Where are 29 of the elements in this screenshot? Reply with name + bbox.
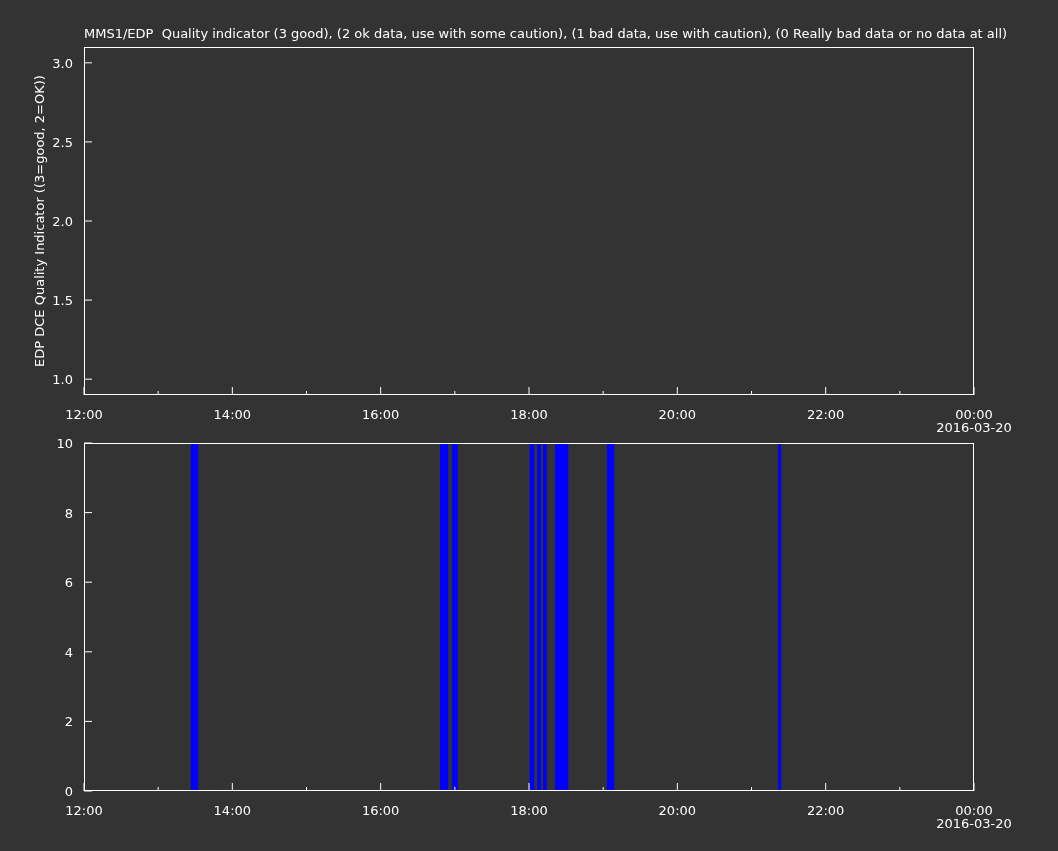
tick-label: 12:00	[65, 407, 103, 422]
tick-label: 0	[64, 784, 73, 799]
tick-label: 20:00	[658, 407, 697, 422]
date-label: 2016-03-20	[936, 420, 1012, 435]
tick-label: 14:00	[213, 407, 252, 422]
tick-label: 2.5	[52, 134, 73, 150]
tick-label: 1.5	[52, 293, 73, 309]
tick-label: 16:00	[361, 407, 400, 422]
tick-label: 1.0	[52, 372, 73, 388]
tick-label: 00:00	[955, 407, 993, 422]
tick-label: 20:00	[658, 803, 697, 818]
tick-label: 00:00	[955, 803, 993, 818]
tick-label: 22:00	[806, 803, 845, 818]
tick-label: 4	[64, 644, 73, 660]
tick-label: 18:00	[510, 803, 548, 818]
tick-label: 2	[64, 714, 73, 730]
plot-title: MMS1/EDP Quality indicator (3 good), (2 ok data, use with some caution), (1 bad data, use with caution), (0 Really bad data or no data at all)	[84, 26, 1008, 41]
tick-label: 16:00	[361, 803, 400, 818]
tick-label: 3.0	[52, 55, 73, 71]
tick-label: 8	[64, 505, 73, 521]
axis-label: EDP DCE Quality Indicator ((3=good, 2=OK))	[32, 75, 47, 367]
date-label: 2016-03-20	[936, 816, 1012, 831]
tick-label: 10	[56, 436, 73, 451]
tick-label: 12:00	[65, 803, 103, 818]
tick-label: 18:00	[510, 407, 548, 422]
tick-label: 6	[64, 575, 73, 591]
tick-label: 14:00	[213, 803, 252, 818]
tick-label: 22:00	[806, 407, 845, 422]
tick-label: 2.0	[52, 214, 73, 229]
